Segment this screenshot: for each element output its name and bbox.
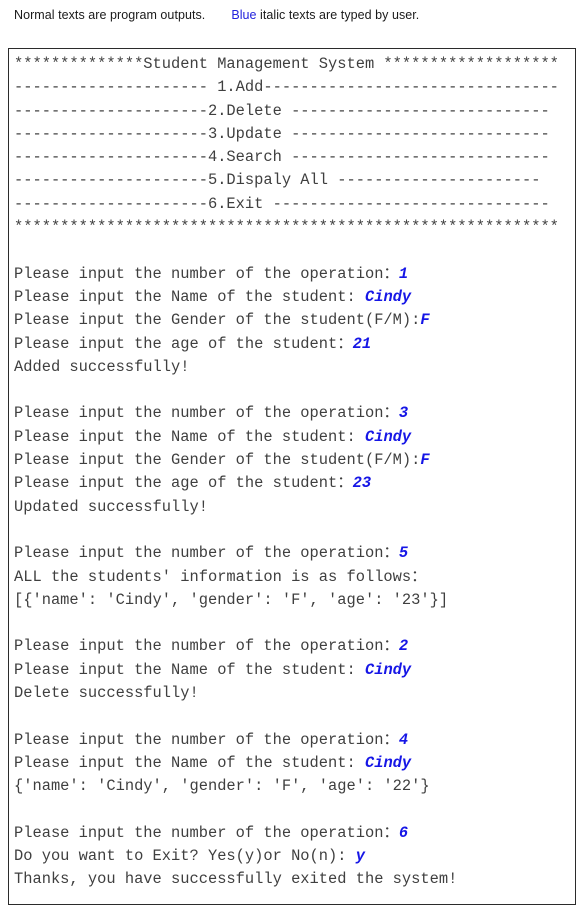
console-blank-line bbox=[14, 379, 575, 402]
console-line-list: **************Student Management System … bbox=[14, 53, 575, 892]
program-output-text bbox=[14, 241, 23, 259]
console-line: ---------------------4.Search ----------… bbox=[14, 146, 575, 169]
program-output-text bbox=[14, 521, 23, 539]
console-line: Do you want to Exit? Yes(y)or No(n): y bbox=[14, 845, 575, 868]
program-output-text bbox=[14, 614, 23, 632]
user-typed-text: 23 bbox=[352, 474, 372, 493]
console-line: Please input the Gender of the student(F… bbox=[14, 309, 575, 332]
console-line: ---------------------6.Exit ------------… bbox=[14, 193, 575, 216]
console-line: Delete successfully! bbox=[14, 682, 575, 705]
program-output-text: Added successfully! bbox=[14, 357, 190, 376]
program-output-text: Please input the age of the student： bbox=[14, 334, 353, 353]
console-line: Please input the Name of the student: Ci… bbox=[14, 752, 575, 775]
program-output-text: --------------------- 1.Add-------------… bbox=[14, 78, 559, 97]
program-output-text: {'name': 'Cindy', 'gender': 'F', 'age': … bbox=[14, 777, 430, 796]
legend-blue-word: Blue bbox=[231, 8, 257, 22]
console-line: Please input the age of the student：23 bbox=[14, 472, 575, 495]
console-line: ---------------------3.Update ----------… bbox=[14, 123, 575, 146]
program-output-text: Please input the Name of the student: bbox=[14, 287, 365, 306]
console-blank-line bbox=[14, 612, 575, 635]
program-output-text: Please input the Gender of the student(F… bbox=[14, 451, 421, 470]
console-blank-line bbox=[14, 519, 575, 542]
program-output-text: ****************************************… bbox=[14, 218, 559, 237]
user-typed-text: 3 bbox=[398, 404, 409, 423]
user-typed-text: Cindy bbox=[364, 427, 412, 446]
console-line: --------------------- 1.Add-------------… bbox=[14, 76, 575, 99]
user-typed-text: 2 bbox=[398, 637, 409, 656]
program-output-text: ---------------------5.Dispaly All -----… bbox=[14, 171, 541, 190]
program-output-text: Please input the number of the operation… bbox=[14, 637, 399, 656]
program-output-text bbox=[14, 801, 23, 819]
program-output-text: Please input the Name of the student: bbox=[14, 660, 365, 679]
program-output-text: Please input the number of the operation… bbox=[14, 730, 399, 749]
console-line: ****************************************… bbox=[14, 216, 575, 239]
user-typed-text: 5 bbox=[398, 544, 409, 563]
console-line: Please input the number of the operation… bbox=[14, 822, 575, 845]
user-typed-text: Cindy bbox=[364, 287, 412, 306]
program-output-text: [{'name': 'Cindy', 'gender': 'F', 'age':… bbox=[14, 590, 449, 609]
console-line: [{'name': 'Cindy', 'gender': 'F', 'age':… bbox=[14, 589, 575, 612]
console-line: Please input the number of the operation… bbox=[14, 542, 575, 565]
program-output-text: Thanks, you have successfully exited the… bbox=[14, 870, 458, 889]
user-typed-text: F bbox=[420, 311, 430, 330]
user-typed-text: Cindy bbox=[364, 753, 412, 772]
user-typed-text: y bbox=[355, 847, 365, 866]
console-line: ALL the students' information is as foll… bbox=[14, 566, 575, 589]
console-blank-line bbox=[14, 799, 575, 822]
program-output-text: ---------------------3.Update ----------… bbox=[14, 124, 550, 143]
console-line: {'name': 'Cindy', 'gender': 'F', 'age': … bbox=[14, 775, 575, 798]
console-line: Please input the number of the operation… bbox=[14, 635, 575, 658]
user-typed-text: 6 bbox=[398, 823, 409, 842]
program-output-text: Please input the number of the operation… bbox=[14, 823, 399, 842]
program-output-text bbox=[14, 707, 23, 725]
console-line: ---------------------5.Dispaly All -----… bbox=[14, 169, 575, 192]
program-output-text: Please input the number of the operation… bbox=[14, 404, 399, 423]
program-output-text: Do you want to Exit? Yes(y)or No(n): bbox=[14, 847, 356, 866]
program-output-text: ---------------------4.Search ----------… bbox=[14, 148, 550, 167]
console-line: Updated successfully! bbox=[14, 496, 575, 519]
user-typed-text: F bbox=[420, 451, 430, 470]
program-output-text: ---------------------2.Delete ----------… bbox=[14, 101, 550, 120]
user-typed-text: Cindy bbox=[364, 660, 412, 679]
console-line: Please input the number of the operation… bbox=[14, 729, 575, 752]
program-output-text: ALL the students' information is as foll… bbox=[14, 567, 427, 586]
console-line: Please input the age of the student：21 bbox=[14, 333, 575, 356]
user-typed-text: 1 bbox=[398, 264, 409, 283]
program-output-text: Delete successfully! bbox=[14, 684, 199, 703]
console-output-box: **************Student Management System … bbox=[8, 48, 576, 905]
legend-normal-text: Normal texts are program outputs. bbox=[14, 8, 206, 22]
console-line: Please input the number of the operation… bbox=[14, 402, 575, 425]
program-output-text: Please input the Name of the student: bbox=[14, 753, 365, 772]
legend-suffix-text: italic texts are typed by user. bbox=[256, 8, 420, 22]
program-output-text: Please input the number of the operation… bbox=[14, 264, 399, 283]
console-line: Please input the number of the operation… bbox=[14, 263, 575, 286]
user-typed-text: 4 bbox=[398, 730, 409, 749]
console-line: Please input the Name of the student: Ci… bbox=[14, 286, 575, 309]
program-output-text: Please input the number of the operation… bbox=[14, 544, 399, 563]
program-output-text: Please input the Name of the student: bbox=[14, 427, 365, 446]
console-line: **************Student Management System … bbox=[14, 53, 575, 76]
program-output-text: Please input the age of the student： bbox=[14, 474, 353, 493]
legend-caption: Normal texts are program outputs. Blue it… bbox=[14, 7, 419, 23]
program-output-text: ---------------------6.Exit ------------… bbox=[14, 194, 550, 213]
console-line: Thanks, you have successfully exited the… bbox=[14, 868, 575, 891]
program-output-text: Please input the Gender of the student(F… bbox=[14, 311, 421, 330]
console-line: ---------------------2.Delete ----------… bbox=[14, 100, 575, 123]
program-output-text bbox=[14, 381, 23, 399]
program-output-text: **************Student Management System … bbox=[14, 55, 559, 73]
console-line: Please input the Gender of the student(F… bbox=[14, 449, 575, 472]
console-line: Please input the Name of the student: Ci… bbox=[14, 659, 575, 682]
console-blank-line bbox=[14, 239, 575, 262]
console-line: Added successfully! bbox=[14, 356, 575, 379]
program-output-text: Updated successfully! bbox=[14, 497, 208, 516]
user-typed-text: 21 bbox=[352, 334, 372, 353]
console-blank-line bbox=[14, 705, 575, 728]
console-line: Please input the Name of the student: Ci… bbox=[14, 426, 575, 449]
